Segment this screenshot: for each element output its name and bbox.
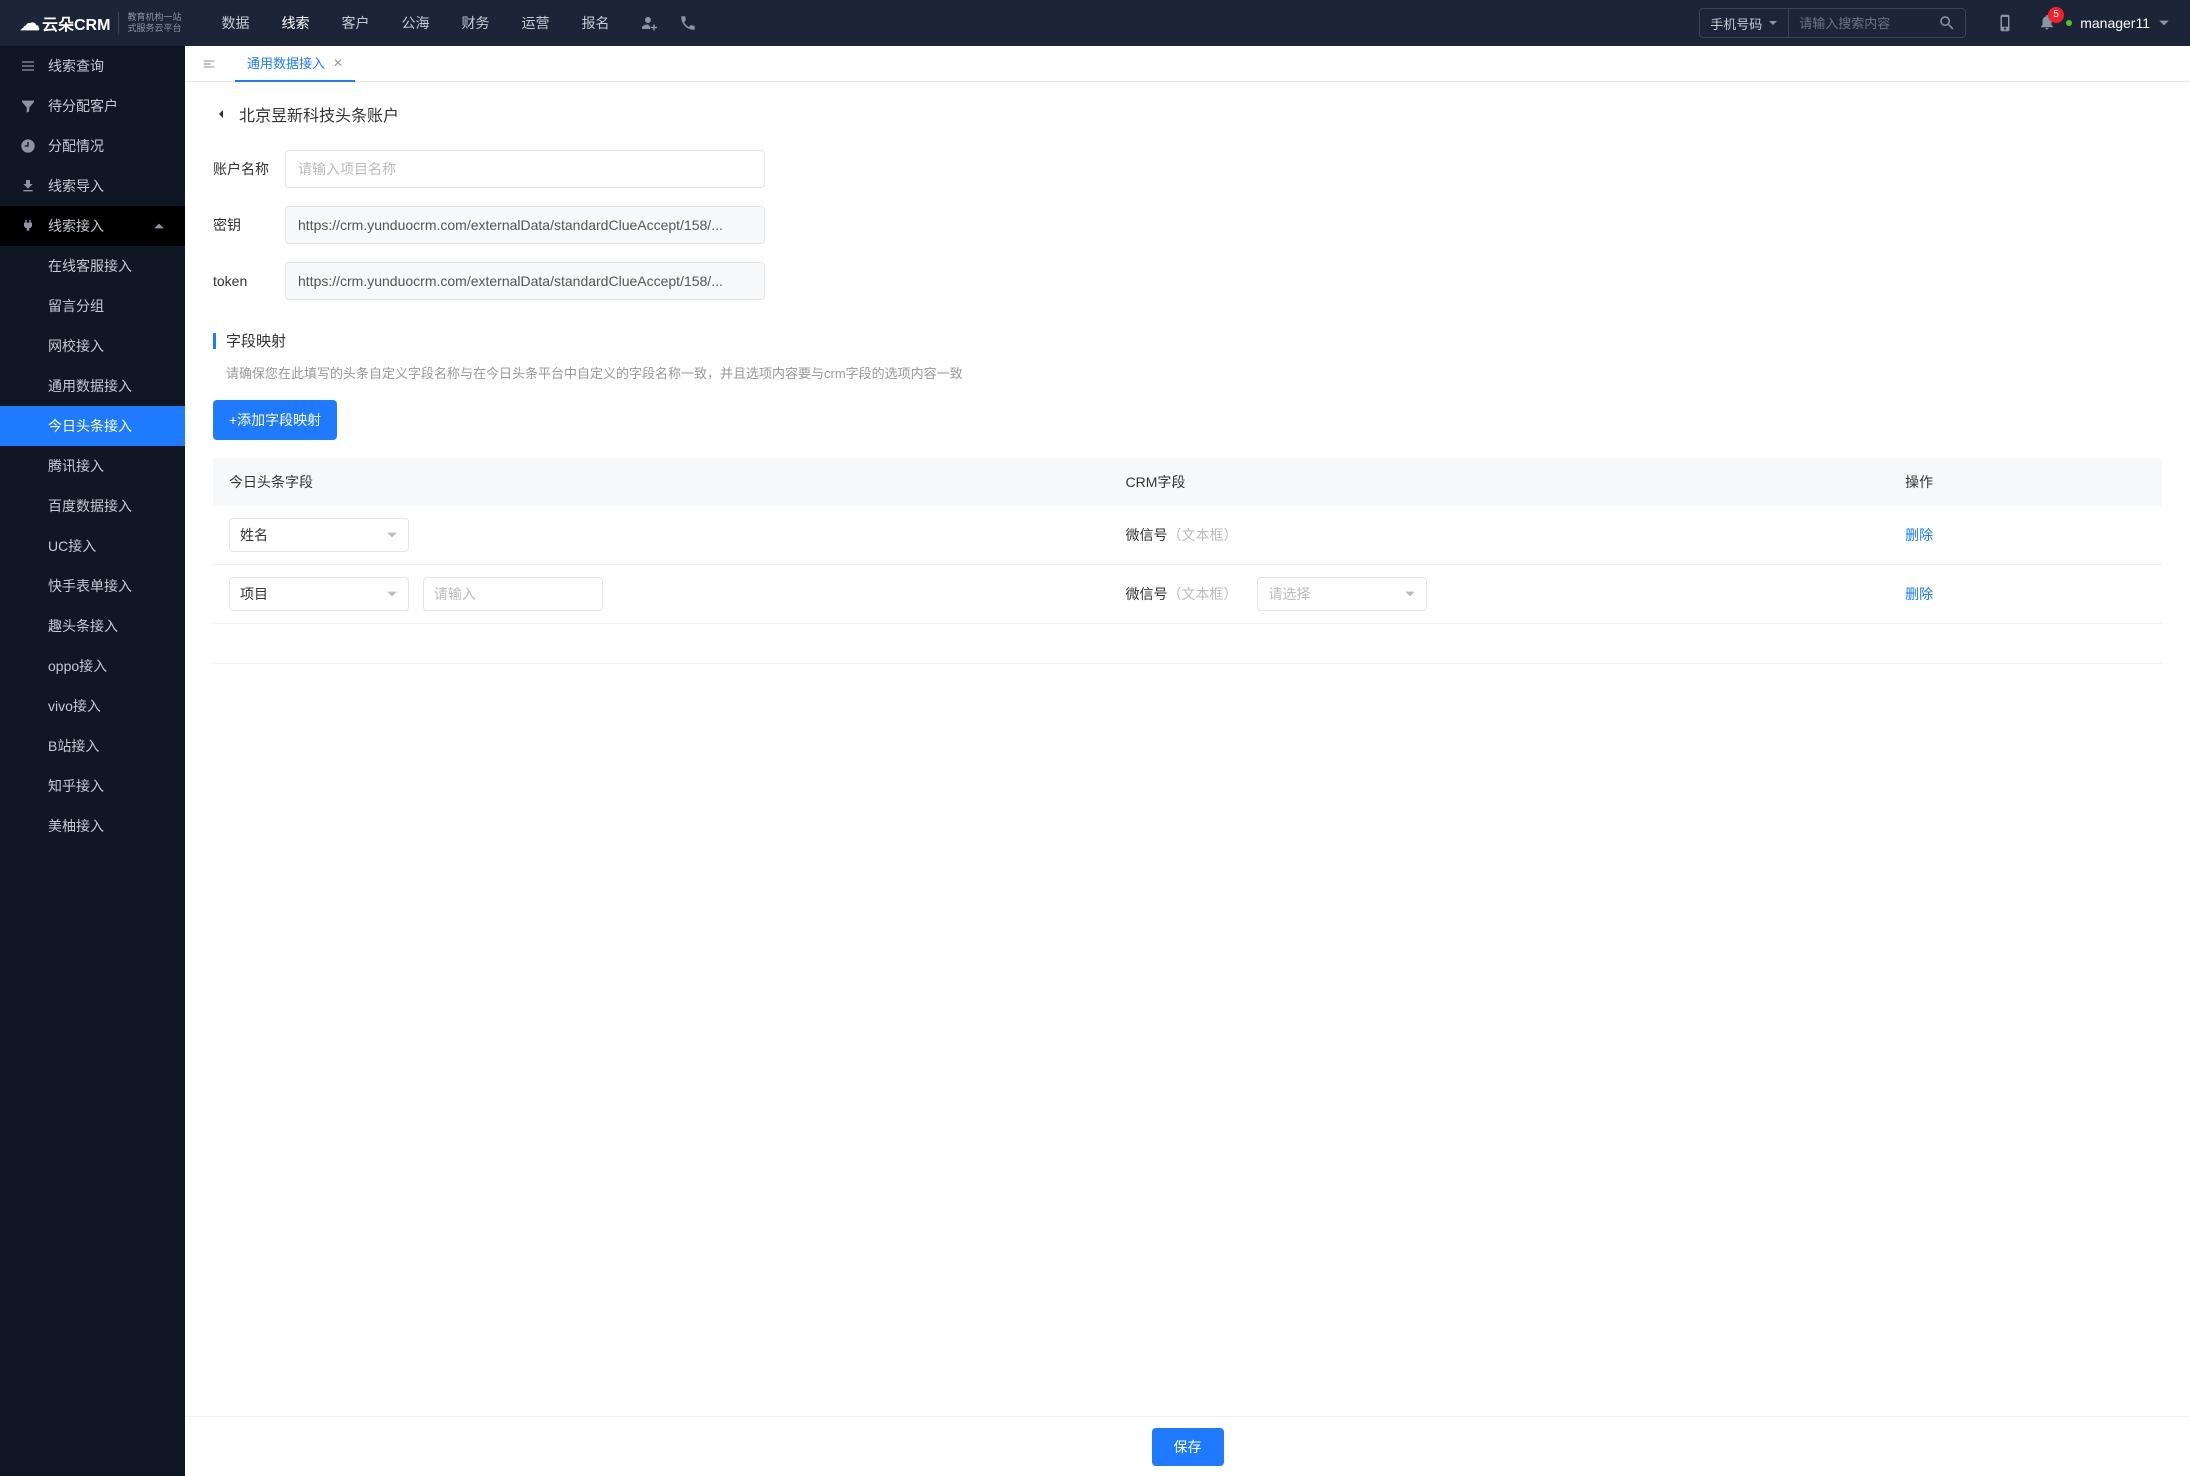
table-row: 项目 微信号（文本框） 请选择 删除 — [213, 565, 2162, 624]
sidebar-sub-toutiao[interactable]: 今日头条接入 — [0, 406, 185, 446]
export-icon — [20, 178, 36, 194]
chevron-down-icon — [386, 529, 398, 541]
search-input[interactable] — [1789, 16, 1929, 31]
nav-customer[interactable]: 客户 — [341, 13, 369, 33]
nav-icon-group — [639, 14, 697, 32]
search-type-select[interactable]: 手机号码 — [1700, 9, 1789, 37]
crm-field-hint: （文本框） — [1168, 586, 1238, 602]
tab-generic-access[interactable]: 通用数据接入 ✕ — [235, 46, 355, 82]
sidebar-toggle-button[interactable] — [199, 54, 219, 74]
username-label: manager11 — [2080, 15, 2150, 31]
logo-subtext: 教育机构一站式服务云平台 — [118, 12, 181, 34]
sidebar-sub-oppo[interactable]: oppo接入 — [0, 646, 185, 686]
page-content: 北京昱新科技头条账户 账户名称 密钥 token 字段映射 请确保您在此填写的头… — [185, 82, 2190, 1476]
search-icon — [1938, 14, 1956, 32]
top-nav: 数据 线索 客户 公海 财务 运营 报名 — [221, 13, 609, 33]
user-add-icon[interactable] — [639, 14, 657, 32]
tab-bar: 通用数据接入 ✕ — [185, 46, 2190, 82]
chevron-left-icon — [213, 106, 229, 122]
account-name-label: 账户名称 — [213, 159, 285, 179]
nav-signup[interactable]: 报名 — [581, 13, 609, 33]
table-row: 姓名 微信号（文本框） 删除 — [213, 506, 2162, 565]
app-header: 云朵CRM 教育机构一站式服务云平台 数据 线索 客户 公海 财务 运营 报名 … — [0, 0, 2190, 46]
delete-link[interactable]: 删除 — [1905, 527, 1933, 543]
sidebar-sub-bilibili[interactable]: B站接入 — [0, 726, 185, 766]
close-icon[interactable]: ✕ — [333, 56, 343, 70]
phone-icon[interactable] — [679, 14, 697, 32]
chevron-down-icon — [1768, 18, 1778, 28]
sidebar-sub-meiyou[interactable]: 美柚接入 — [0, 806, 185, 846]
sidebar-sub-baidu[interactable]: 百度数据接入 — [0, 486, 185, 526]
add-mapping-button[interactable]: +添加字段映射 — [213, 400, 337, 440]
chevron-down-icon — [386, 588, 398, 600]
sidebar-sub-kuaishou[interactable]: 快手表单接入 — [0, 566, 185, 606]
nav-data[interactable]: 数据 — [221, 13, 249, 33]
crm-select[interactable]: 请选择 — [1257, 577, 1427, 611]
back-title[interactable]: 北京昱新科技头条账户 — [213, 102, 2162, 126]
nav-clue[interactable]: 线索 — [281, 13, 309, 33]
status-dot-icon — [2066, 20, 2072, 26]
sidebar-sub-tencent[interactable]: 腾讯接入 — [0, 446, 185, 486]
sidebar-sub-vivo[interactable]: vivo接入 — [0, 686, 185, 726]
th-action: 操作 — [1889, 458, 2162, 506]
search-button[interactable] — [1929, 9, 1965, 37]
clock-icon — [20, 138, 36, 154]
footer-bar: 保存 — [185, 1416, 2190, 1476]
user-menu[interactable]: manager11 — [2066, 15, 2170, 31]
sidebar-sub-uc[interactable]: UC接入 — [0, 526, 185, 566]
logo-text: 云朵CRM — [20, 11, 110, 36]
nav-pool[interactable]: 公海 — [401, 13, 429, 33]
secret-label: 密钥 — [213, 215, 285, 235]
mapping-table: 今日头条字段 CRM字段 操作 姓名 微 — [213, 458, 2162, 664]
main-area: 通用数据接入 ✕ 北京昱新科技头条账户 账户名称 密钥 token 字段映射 — [185, 46, 2190, 1476]
section-title: 字段映射 — [213, 330, 2162, 351]
field-select[interactable]: 姓名 — [229, 518, 409, 552]
section-desc: 请确保您在此填写的头条自定义字段名称与在今日头条平台中自定义的字段名称一致，并且… — [213, 363, 2162, 382]
sidebar-sub-school[interactable]: 网校接入 — [0, 326, 185, 366]
sidebar-sub-generic[interactable]: 通用数据接入 — [0, 366, 185, 406]
page-title-text: 北京昱新科技头条账户 — [239, 102, 399, 126]
sidebar-sub-message-group[interactable]: 留言分组 — [0, 286, 185, 326]
menu-fold-icon — [202, 57, 216, 71]
mobile-icon[interactable] — [1996, 14, 2014, 32]
sidebar-item-pending[interactable]: 待分配客户 — [0, 86, 185, 126]
sidebar-sub-online-cs[interactable]: 在线客服接入 — [0, 246, 185, 286]
th-crm-field: CRM字段 — [1110, 458, 1890, 506]
delete-link[interactable]: 删除 — [1905, 586, 1933, 602]
nav-ops[interactable]: 运营 — [521, 13, 549, 33]
notification-bell[interactable]: 5 — [2038, 13, 2056, 34]
sidebar-item-clue-query[interactable]: 线索查询 — [0, 46, 185, 86]
nav-finance[interactable]: 财务 — [461, 13, 489, 33]
chevron-up-icon — [153, 220, 165, 232]
right-icons: 5 — [1996, 13, 2056, 34]
plug-icon — [20, 218, 36, 234]
sidebar: 线索查询 待分配客户 分配情况 线索导入 线索接入 在线客服接入 留言分组 网校… — [0, 46, 185, 1476]
crm-field-label: 微信号 — [1126, 586, 1168, 602]
field-select[interactable]: 项目 — [229, 577, 409, 611]
token-label: token — [213, 273, 285, 289]
sidebar-item-distribution[interactable]: 分配情况 — [0, 126, 185, 166]
chevron-down-icon — [1404, 588, 1416, 600]
logo: 云朵CRM 教育机构一站式服务云平台 — [20, 11, 181, 36]
secret-input[interactable] — [285, 206, 765, 244]
th-toutiao-field: 今日头条字段 — [213, 458, 1110, 506]
save-button[interactable]: 保存 — [1152, 1428, 1224, 1466]
field-text-input[interactable] — [423, 577, 603, 611]
account-name-input[interactable] — [285, 150, 765, 188]
list-icon — [20, 58, 36, 74]
crm-field-label: 微信号 — [1126, 527, 1168, 543]
notification-badge: 5 — [2048, 7, 2064, 23]
sidebar-sub-qutoutiao[interactable]: 趣头条接入 — [0, 606, 185, 646]
search-group: 手机号码 — [1699, 8, 1966, 38]
crm-field-hint: （文本框） — [1168, 527, 1238, 543]
filter-icon — [20, 98, 36, 114]
chevron-down-icon — [2158, 17, 2170, 29]
sidebar-item-import[interactable]: 线索导入 — [0, 166, 185, 206]
sidebar-item-access[interactable]: 线索接入 — [0, 206, 185, 246]
token-input[interactable] — [285, 262, 765, 300]
sidebar-sub-zhihu[interactable]: 知乎接入 — [0, 766, 185, 806]
table-row — [213, 624, 2162, 664]
